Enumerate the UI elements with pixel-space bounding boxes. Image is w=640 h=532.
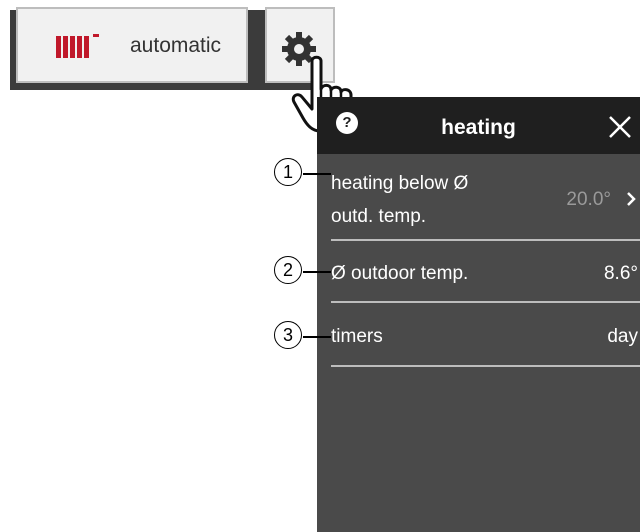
panel-title: heating <box>441 116 516 139</box>
heating-panel: ? heating heating below Ø outd. temp. 20… <box>317 97 640 532</box>
panel-header: ? heating <box>317 97 640 154</box>
close-icon[interactable] <box>608 115 632 144</box>
callout-leader <box>303 271 331 273</box>
row-value: day <box>607 326 638 347</box>
callout-leader <box>303 173 331 175</box>
row-value: 20.0° <box>566 189 611 210</box>
mode-label: automatic <box>130 34 222 57</box>
mode-button[interactable]: automatic <box>16 7 248 83</box>
radiator-icon <box>56 34 106 63</box>
callout-2: 2 <box>274 256 302 284</box>
callout-3: 3 <box>274 321 302 349</box>
row-label-line2: outd. temp. <box>331 206 427 227</box>
callout-leader <box>303 336 331 338</box>
callout-1: 1 <box>274 158 302 186</box>
chevron-right-icon <box>625 190 637 213</box>
row-divider <box>331 239 640 241</box>
row-value: 8.6° <box>603 263 638 284</box>
row-divider <box>331 301 640 303</box>
row-label: Ø outdoor temp. <box>331 263 469 284</box>
row-divider <box>331 365 640 367</box>
row-label-line1: heating below Ø <box>331 173 469 194</box>
row-label: timers <box>331 326 383 347</box>
